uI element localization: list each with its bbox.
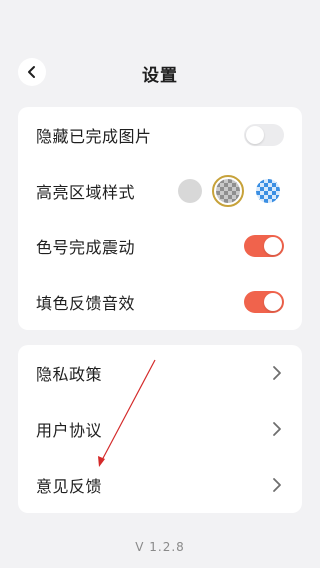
chevron-right-icon	[273, 366, 281, 380]
app-version: V 1.2.8	[135, 540, 185, 554]
setting-label: 高亮区域样式	[36, 183, 136, 202]
link-label: 用户协议	[36, 421, 103, 440]
user-agreement-row[interactable]: 用户协议	[18, 401, 302, 457]
setting-row-vibration: 色号完成震动	[18, 218, 302, 274]
header: 设置	[0, 56, 320, 88]
page-title: 设置	[142, 66, 178, 86]
vibration-toggle[interactable]	[244, 235, 284, 257]
setting-label: 填色反馈音效	[36, 294, 136, 313]
hide-completed-toggle[interactable]	[244, 124, 284, 146]
link-label: 隐私政策	[36, 365, 103, 384]
settings-page: 设置 隐藏已完成图片 高亮区域样式 色号完成震动 填色反馈音效 隐私政策 用户协…	[0, 0, 320, 568]
setting-label: 隐藏已完成图片	[36, 127, 152, 146]
highlight-style-solid-grey[interactable]	[178, 179, 202, 203]
toggle-knob	[264, 237, 282, 255]
grey-checker-swatch	[216, 179, 240, 203]
setting-row-sound: 填色反馈音效	[18, 274, 302, 330]
links-card: 隐私政策 用户协议 意见反馈	[18, 345, 302, 513]
toggle-knob	[246, 126, 264, 144]
highlight-style-blue-checker[interactable]	[256, 179, 280, 203]
setting-row-highlight-style: 高亮区域样式	[18, 163, 302, 219]
highlight-style-grey-checker-selected[interactable]	[212, 175, 244, 207]
chevron-right-icon	[273, 422, 281, 436]
setting-row-hide-completed: 隐藏已完成图片	[18, 107, 302, 163]
feedback-row[interactable]: 意见反馈	[18, 457, 302, 513]
sound-toggle[interactable]	[244, 291, 284, 313]
privacy-policy-row[interactable]: 隐私政策	[18, 345, 302, 401]
settings-card: 隐藏已完成图片 高亮区域样式 色号完成震动 填色反馈音效	[18, 107, 302, 330]
link-label: 意见反馈	[36, 477, 103, 496]
setting-label: 色号完成震动	[36, 238, 136, 257]
toggle-knob	[264, 293, 282, 311]
chevron-right-icon	[273, 478, 281, 492]
